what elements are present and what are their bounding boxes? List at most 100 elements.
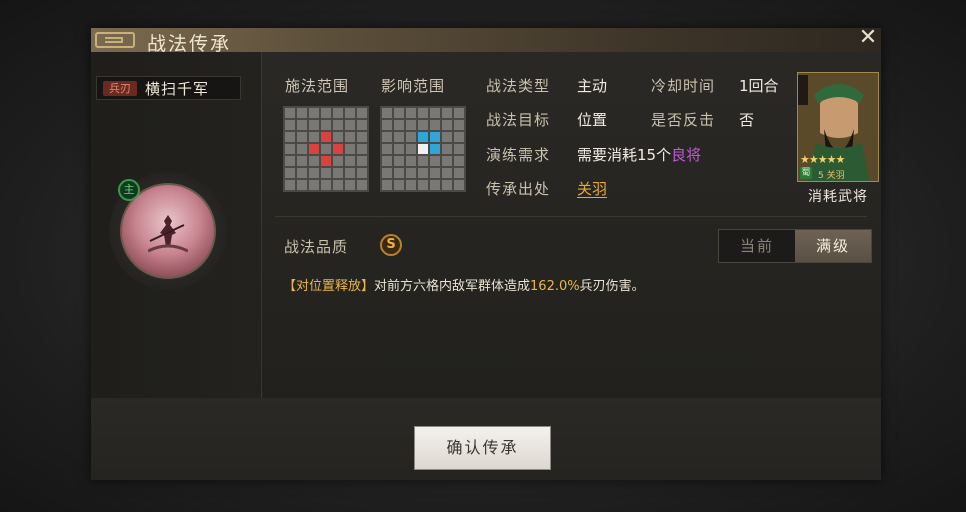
grid-cell bbox=[382, 120, 392, 130]
grid-cell bbox=[430, 144, 440, 154]
title-bar: 战法传承 ✕ bbox=[91, 26, 881, 55]
grid-cell bbox=[382, 168, 392, 178]
grid-cell bbox=[454, 156, 464, 166]
toggle-current-level[interactable]: 当前 bbox=[719, 230, 795, 262]
hero-portrait: ★★★★★ 蜀 5 关羽 bbox=[797, 72, 879, 182]
grid-cell bbox=[442, 108, 452, 118]
grid-cell bbox=[418, 108, 428, 118]
grid-cell bbox=[357, 132, 367, 142]
inherit-skill-dialog: 战法传承 ✕ 兵刃 横扫千军 主 施法范围 影响范围 战法类型 主动 冷却时间 … bbox=[91, 26, 881, 480]
effect-range-label: 影响范围 bbox=[381, 77, 446, 95]
grid-cell bbox=[418, 120, 428, 130]
hero-level-name: 5 关羽 bbox=[818, 171, 845, 181]
toggle-max-level[interactable]: 满级 bbox=[795, 230, 871, 262]
grid-cell bbox=[406, 132, 416, 142]
cooldown-label: 冷却时间 bbox=[651, 77, 716, 95]
training-label: 演练需求 bbox=[486, 146, 551, 164]
grid-cell bbox=[345, 132, 355, 142]
description-prefix: 对前方六格内敌军群体造成 bbox=[374, 279, 531, 294]
source-hero-link[interactable]: 关羽 bbox=[577, 178, 607, 199]
grid-cell bbox=[442, 180, 452, 190]
cast-range-grid bbox=[283, 106, 369, 192]
grid-cell bbox=[406, 108, 416, 118]
grid-cell bbox=[394, 156, 404, 166]
grid-cell bbox=[309, 144, 319, 154]
grid-cell bbox=[394, 180, 404, 190]
consume-hero-card[interactable]: ★★★★★ 蜀 5 关羽 消耗武将 bbox=[797, 72, 879, 208]
grid-cell bbox=[406, 144, 416, 154]
consume-hero-caption: 消耗武将 bbox=[808, 189, 868, 205]
grid-cell bbox=[406, 180, 416, 190]
grid-cell bbox=[357, 168, 367, 178]
grid-cell bbox=[321, 144, 331, 154]
effect-range-grid bbox=[380, 106, 466, 192]
grid-cell bbox=[333, 108, 343, 118]
grid-cell bbox=[285, 120, 295, 130]
grid-cell bbox=[418, 180, 428, 190]
grid-cell bbox=[309, 168, 319, 178]
training-requirement: 需要消耗15个良将 bbox=[577, 144, 701, 165]
skill-type-label: 战法类型 bbox=[486, 77, 551, 95]
grid-cell bbox=[345, 108, 355, 118]
grid-cell bbox=[333, 156, 343, 166]
grid-cell bbox=[309, 180, 319, 190]
grid-cell bbox=[430, 120, 440, 130]
grid-cell bbox=[442, 156, 452, 166]
grid-cell bbox=[285, 180, 295, 190]
grid-cell bbox=[357, 144, 367, 154]
grid-cell bbox=[309, 120, 319, 130]
cooldown-value: 1回合 bbox=[739, 77, 779, 95]
grid-cell bbox=[394, 132, 404, 142]
skill-name: 横扫千军 bbox=[145, 80, 210, 98]
grid-cell bbox=[285, 168, 295, 178]
grid-cell bbox=[382, 108, 392, 118]
grid-cell bbox=[297, 108, 307, 118]
grid-cell bbox=[418, 168, 428, 178]
grid-cell bbox=[321, 108, 331, 118]
grid-cell bbox=[430, 180, 440, 190]
grid-cell bbox=[309, 108, 319, 118]
grid-cell bbox=[382, 180, 392, 190]
quality-grade-badge: S bbox=[380, 234, 402, 256]
grid-cell bbox=[333, 144, 343, 154]
grid-cell bbox=[430, 168, 440, 178]
skill-type-badge: 兵刃 bbox=[103, 81, 137, 96]
hero-faction-badge: 蜀 bbox=[800, 167, 812, 179]
grid-cell bbox=[297, 132, 307, 142]
grid-cell bbox=[382, 132, 392, 142]
counter-value: 否 bbox=[739, 111, 755, 129]
grid-cell bbox=[285, 132, 295, 142]
grid-cell bbox=[321, 132, 331, 142]
grid-cell bbox=[442, 132, 452, 142]
column-divider bbox=[261, 52, 262, 398]
description-tag: 【对位置释放】 bbox=[283, 279, 375, 294]
close-icon[interactable]: ✕ bbox=[857, 26, 879, 50]
confirm-inherit-button[interactable]: 确认传承 bbox=[414, 426, 551, 470]
grid-cell bbox=[454, 180, 464, 190]
section-divider bbox=[275, 216, 867, 217]
grid-cell bbox=[333, 180, 343, 190]
skill-target-value: 位置 bbox=[577, 111, 608, 129]
grid-cell bbox=[357, 180, 367, 190]
training-requirement-text: 需要消耗15个 bbox=[577, 146, 672, 164]
grid-cell bbox=[382, 144, 392, 154]
grid-cell bbox=[418, 144, 428, 154]
grid-cell bbox=[321, 180, 331, 190]
grid-cell bbox=[394, 144, 404, 154]
grid-cell bbox=[297, 156, 307, 166]
grid-cell bbox=[345, 180, 355, 190]
cast-range-label: 施法范围 bbox=[285, 77, 350, 95]
grid-cell bbox=[454, 144, 464, 154]
main-skill-badge: 主 bbox=[118, 179, 140, 201]
description-suffix: 兵刃伤害。 bbox=[579, 279, 645, 294]
grid-cell bbox=[345, 144, 355, 154]
grid-cell bbox=[345, 156, 355, 166]
grid-cell bbox=[442, 120, 452, 130]
grid-cell bbox=[406, 156, 416, 166]
grid-cell bbox=[418, 156, 428, 166]
grid-cell bbox=[454, 108, 464, 118]
grid-cell bbox=[309, 132, 319, 142]
grid-cell bbox=[321, 156, 331, 166]
title-ornament-icon bbox=[95, 32, 135, 48]
description-value: 162.0% bbox=[530, 279, 580, 294]
